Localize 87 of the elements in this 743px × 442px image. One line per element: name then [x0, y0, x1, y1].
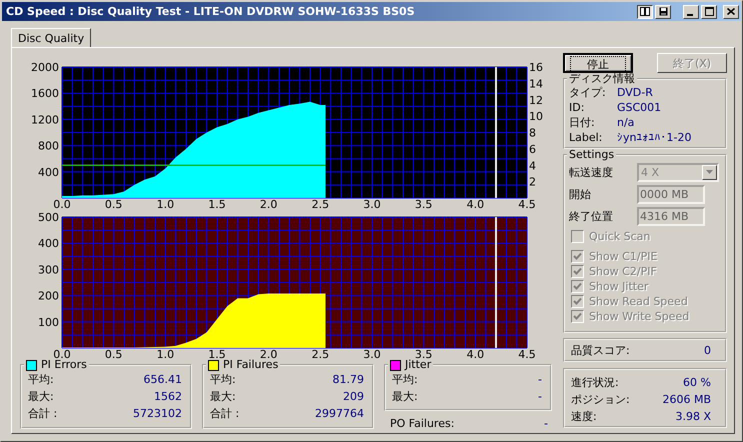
- axis-label: 0.5: [104, 348, 122, 359]
- stat-value: -: [538, 390, 542, 403]
- axis-label: 2000: [31, 61, 59, 74]
- progress-label: ポジション:: [571, 392, 630, 407]
- progress-label: 速度:: [571, 409, 597, 424]
- info-label: ID:: [569, 101, 586, 114]
- progress-value: 2606 MB: [662, 393, 711, 406]
- axis-label: 3.0: [363, 198, 381, 209]
- axis-label: 3.5: [414, 198, 432, 209]
- axis-label: 2.5: [312, 348, 330, 359]
- axis-label: 16: [529, 61, 543, 74]
- group-title: PI Errors: [41, 359, 87, 371]
- group-title: PI Failures: [223, 359, 278, 371]
- checkbox-label: Show C1/PIE: [589, 250, 658, 263]
- axis-label: 2: [529, 176, 536, 189]
- axis-label: 2.0: [260, 198, 278, 209]
- field-label: 終了位置: [569, 208, 614, 224]
- group-title: ディスク情報: [569, 73, 635, 85]
- progress-value: 3.98 X: [675, 410, 711, 423]
- stat-label: 合計 :: [210, 406, 240, 421]
- stat-value: 81.79: [332, 373, 364, 386]
- axis-label: 800: [38, 140, 59, 153]
- axis-label: 10: [529, 110, 543, 124]
- axis-label: 200: [38, 290, 59, 303]
- stat-label: 合計 :: [28, 406, 58, 421]
- stat-value: 2997764: [315, 407, 364, 420]
- stat-label: 平均:: [28, 372, 54, 387]
- stat-value: -: [538, 373, 542, 386]
- axis-label: 400: [38, 166, 59, 179]
- info-label: Label:: [569, 131, 604, 144]
- stat-label: 平均:: [210, 372, 236, 387]
- axis-label: 4.5: [518, 348, 536, 359]
- checkbox-label: Quick Scan: [589, 230, 650, 243]
- stat-value: 656.41: [144, 373, 182, 386]
- score-value: 0: [704, 344, 711, 356]
- axis-label: 8: [529, 126, 536, 140]
- field-label: 開始: [569, 186, 592, 202]
- checkbox-label: Show Jitter: [589, 280, 648, 293]
- axis-label: 300: [38, 263, 59, 276]
- axis-label: 6: [529, 142, 536, 156]
- progress-label: 進行状況:: [571, 375, 619, 390]
- axis-label: 1200: [31, 113, 59, 126]
- axis-label: 1.0: [156, 198, 174, 209]
- field-label: 転送速度: [569, 164, 614, 180]
- po-failures-value: -: [544, 417, 548, 430]
- axis-label: 12: [529, 94, 543, 107]
- stat-value: 5723102: [133, 407, 182, 420]
- axis-label: 3.0: [363, 348, 381, 359]
- axis-label: 1.5: [208, 198, 226, 209]
- axis-label: 2.0: [260, 348, 278, 359]
- checkbox-label: Show C2/PIF: [589, 265, 657, 278]
- po-failures-label: PO Failures:: [390, 417, 454, 430]
- axis-label: 100: [38, 316, 59, 329]
- score-label: 品質スコア:: [571, 342, 630, 358]
- info-value: GSC001: [617, 101, 662, 114]
- axis-label: 0.5: [104, 198, 122, 209]
- axis-label: 1.5: [208, 348, 226, 359]
- axis-label: 4.5: [518, 198, 536, 209]
- axis-label: 2.5: [312, 198, 330, 209]
- info-value: n/a: [617, 116, 634, 129]
- group-title: Settings: [569, 149, 614, 161]
- stat-label: 平均:: [392, 372, 418, 387]
- axis-label: 3.5: [414, 348, 432, 359]
- info-label: 日付:: [569, 115, 596, 130]
- stat-value: 1562: [154, 390, 182, 403]
- stat-label: 最大:: [392, 389, 418, 404]
- info-value: DVD-R: [617, 86, 653, 99]
- axis-label: 1.0: [156, 348, 174, 359]
- axis-label: 14: [529, 77, 543, 90]
- axis-label: 4.0: [466, 348, 484, 359]
- stat-label: 最大:: [210, 389, 236, 404]
- axis-label: 0.0: [53, 198, 71, 209]
- axis-label: 400: [38, 237, 59, 250]
- axis-label: 500: [38, 211, 59, 224]
- info-value: ｼynﾕｫﾕﾊ･1-20: [617, 131, 692, 144]
- checkbox-label: Show Read Speed: [589, 295, 688, 308]
- window-title: CD Speed : Disc Quality Test - LITE-ON DVDRW SOHW-1633S BS0S: [6, 5, 416, 18]
- info-label: タイプ:: [569, 85, 607, 100]
- axis-label: 4.0: [466, 198, 484, 209]
- axis-label: 4: [529, 159, 536, 172]
- axis-label: 1600: [31, 87, 59, 100]
- group-title: Jitter: [405, 359, 432, 371]
- stat-label: 最大:: [28, 389, 54, 404]
- axis-label: 0.0: [53, 348, 71, 359]
- stat-value: 209: [343, 390, 364, 403]
- progress-value: 60 %: [683, 376, 711, 389]
- checkbox-label: Show Write Speed: [589, 310, 690, 323]
